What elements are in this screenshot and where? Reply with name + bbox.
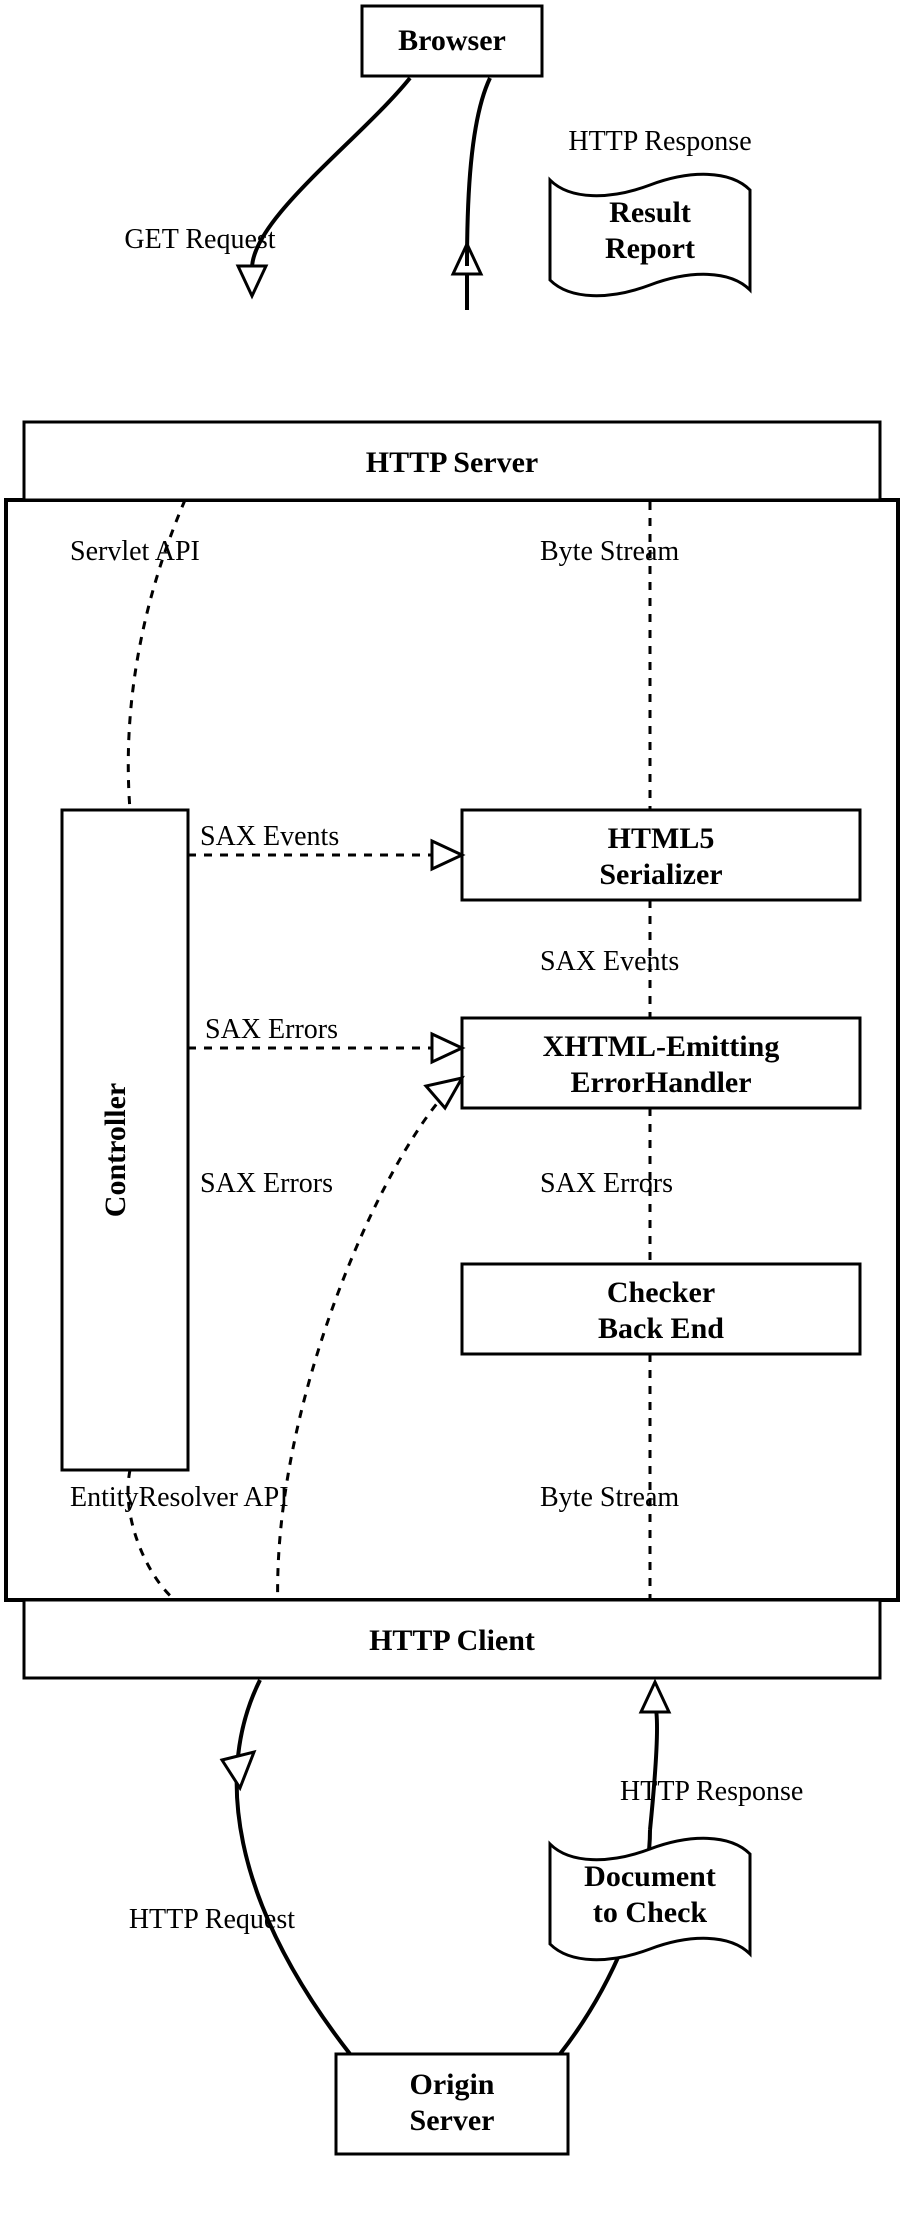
edge-byte-stream-lower: Byte Stream [540,1354,679,1600]
label-sax-errors-left: SAX Errors [205,1014,338,1045]
http-client-node: HTTP Client [24,1600,880,1678]
edge-servlet-api: Servlet API [70,500,200,810]
edge-sax-events-left: SAX Events [188,821,462,869]
controller-node: Controller [62,810,188,1470]
edge-sax-errors-bl: SAX Errors [200,1078,462,1640]
edge-http-request-bottom: HTTP Request [129,1680,350,2054]
result-report-doc: Result Report [550,174,750,295]
browser-label: Browser [398,24,506,57]
edge-get-request: GET Request [124,78,410,296]
http-server-node: HTTP Server [24,422,880,500]
edge-sax-errors-right: SAX Errors [540,1108,673,1264]
http-server-label: HTTP Server [366,446,538,479]
doc-to-check-l1: Document [584,1860,716,1893]
edge-sax-errors-left: SAX Errors [188,1014,462,1062]
xhtml-errorhandler-node: XHTML-Emitting ErrorHandler [462,1018,860,1108]
origin-server-node: Origin Server [336,2054,568,2154]
label-http-request-bottom: HTTP Request [129,1904,295,1935]
xhtml-eh-l1: XHTML-Emitting [543,1030,780,1063]
label-sax-events-right: SAX Events [540,946,679,977]
http-client-label: HTTP Client [369,1624,535,1657]
label-entityresolver: EntityResolver API [70,1482,289,1513]
checker-be-l1: Checker [607,1276,715,1309]
html5-serializer-node: HTML5 Serializer [462,810,860,900]
label-sax-errors-bl: SAX Errors [200,1168,333,1199]
label-byte-stream-upper: Byte Stream [540,536,679,567]
controller-label: Controller [99,1083,132,1217]
result-report-l2: Report [605,232,695,265]
edge-entityresolver-api: EntityResolver API [70,1470,289,1600]
html5-serializer-l2: Serializer [599,858,722,891]
edge-sax-events-right: SAX Events [540,900,679,1018]
origin-server-l1: Origin [409,2068,494,2101]
label-sax-events-left: SAX Events [200,821,339,852]
document-to-check-doc: Document to Check [550,1838,750,1959]
result-report-l1: Result [609,196,691,229]
label-byte-stream-lower: Byte Stream [540,1482,679,1513]
doc-to-check-l2: to Check [593,1896,707,1929]
label-sax-errors-right: SAX Errors [540,1168,673,1199]
label-get-request: GET Request [124,224,275,255]
architecture-diagram: Browser GET Request HTTP Response Result… [0,0,904,2224]
label-http-response-top: HTTP Response [568,126,751,157]
html5-serializer-l1: HTML5 [608,822,715,855]
checker-backend-node: Checker Back End [462,1264,860,1354]
checker-be-l2: Back End [598,1312,724,1345]
origin-server-l2: Server [410,2104,495,2137]
xhtml-eh-l2: ErrorHandler [570,1066,751,1099]
edge-byte-stream-upper: Byte Stream [540,502,679,810]
browser-node: Browser [362,6,542,76]
label-http-response-bottom: HTTP Response [620,1776,803,1807]
label-servlet-api: Servlet API [70,536,200,567]
